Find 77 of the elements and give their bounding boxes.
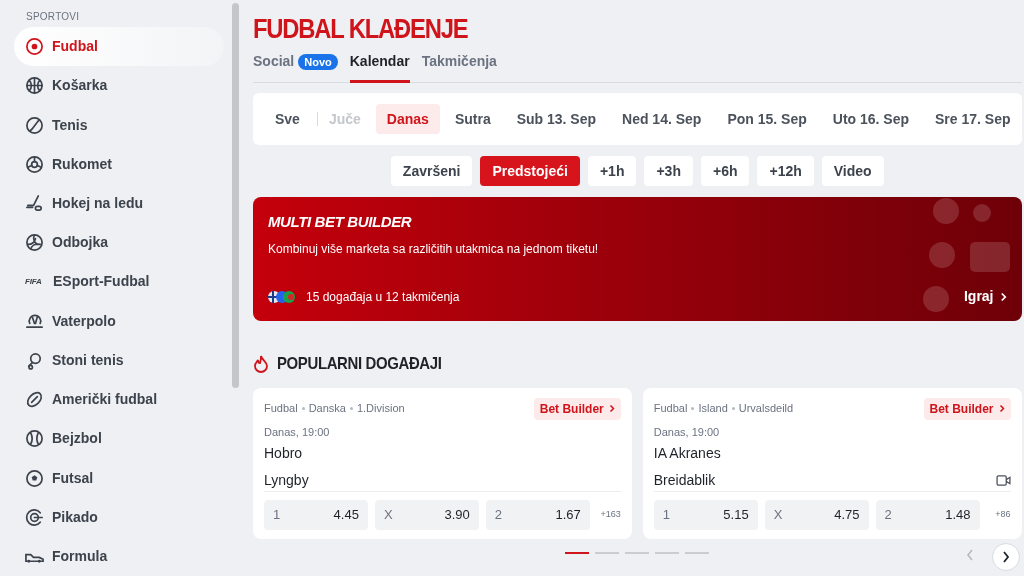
section-title: POPULARNI DOGAĐAJI: [277, 353, 442, 375]
odds-button[interactable]: 2 1.67: [485, 500, 590, 530]
team-name: Lyngby: [264, 471, 309, 490]
chevron-right-icon: [608, 404, 615, 413]
banner-text: Kombinuj više marketa sa različitih utakmica na jednom tiketu!: [268, 240, 600, 258]
basketball-icon: [25, 76, 44, 96]
play-link[interactable]: Igraj: [963, 286, 1007, 307]
events-count: 15 događaja u 12 takmičenja: [306, 288, 460, 306]
odds-button[interactable]: X 3.90: [374, 500, 479, 530]
ball-icon: [25, 37, 44, 57]
sidebar-item[interactable]: FIFA ESport-Fudbal: [14, 262, 224, 302]
sidebar-item[interactable]: Pikado: [14, 497, 224, 537]
table-tennis-icon: [25, 350, 44, 370]
filter-button[interactable]: +3h: [644, 156, 693, 186]
date-tab[interactable]: Sve: [264, 104, 311, 134]
bet-builder-link[interactable]: Bet Builder: [923, 397, 1011, 420]
logo-icon: FIFA: [25, 275, 45, 288]
tab[interactable]: Kalendar: [349, 53, 410, 83]
sidebar-item[interactable]: Bejzbol: [14, 419, 224, 459]
odds-button[interactable]: 2 1.48: [875, 500, 980, 530]
team-name: IA Akranes: [653, 444, 722, 463]
american-football-icon: [25, 390, 44, 410]
sidebar-item[interactable]: Futsal: [14, 458, 224, 498]
sidebar-item[interactable]: Košarka: [14, 66, 224, 106]
page-indicator[interactable]: [565, 551, 590, 554]
hockey-stick-icon: [25, 194, 44, 213]
bet-builder-link[interactable]: Bet Builder: [533, 397, 621, 420]
volleyball-icon: [25, 233, 44, 253]
scrollbar-thumb[interactable]: [232, 3, 239, 388]
more-markets[interactable]: +163: [596, 508, 621, 522]
banner-title: MULTI BET BUILDER: [268, 212, 413, 232]
date-tab[interactable]: Pon 15. Sep: [716, 104, 818, 134]
odds-button[interactable]: X 4.75: [764, 500, 869, 530]
chevron-right-icon: [1001, 550, 1010, 563]
sidebar-item[interactable]: Američki fudbal: [14, 379, 224, 420]
sidebar-item[interactable]: Hokej na ledu: [14, 183, 224, 224]
date-tab[interactable]: Danas: [375, 104, 440, 134]
sidebar-item[interactable]: Rukomet: [14, 144, 224, 184]
sidebar-item[interactable]: Formula: [14, 536, 224, 576]
flame-icon: [253, 354, 269, 373]
flags-icon: [268, 289, 296, 304]
sidebar-item[interactable]: Fudbal: [14, 27, 224, 67]
dartboard-icon: [25, 507, 44, 527]
date-tab[interactable]: Sub 13. Sep: [505, 104, 608, 134]
filter-button[interactable]: Završeni: [390, 156, 473, 186]
match-time: Danas, 19:00: [653, 424, 721, 440]
filter-button[interactable]: Video: [821, 156, 884, 186]
chevron-right-icon: [998, 404, 1005, 413]
filter-button[interactable]: +6h: [700, 156, 750, 186]
date-tab[interactable]: Uto 16. Sep: [821, 104, 920, 134]
filter-button[interactable]: +12h: [757, 156, 814, 186]
sidebar-heading: SPORTOVI: [25, 10, 81, 24]
date-tab[interactable]: Ned 14. Sep: [611, 104, 713, 134]
sidebar-item[interactable]: Stoni tenis: [14, 340, 224, 380]
breadcrumb: Fudbal Island Urvalsdeild: [653, 401, 794, 417]
sidebar-item[interactable]: Tenis: [14, 105, 224, 145]
match-time: Danas, 19:00: [264, 424, 331, 440]
team-name: Hobro: [264, 444, 304, 463]
new-badge: Novo: [298, 53, 338, 70]
date-tab[interactable]: Sutra: [443, 104, 502, 134]
baseball-icon: [25, 429, 44, 449]
more-markets[interactable]: +86: [986, 508, 1011, 522]
breadcrumb: Fudbal Danska 1.Division: [264, 401, 405, 417]
filter-button[interactable]: +1h: [587, 156, 637, 186]
next-button[interactable]: [991, 542, 1020, 571]
date-tab[interactable]: Sre 17. Sep: [924, 104, 1022, 134]
tab[interactable]: Social Novo: [253, 53, 338, 83]
odds-button[interactable]: 1 5.15: [653, 500, 758, 530]
sidebar-item[interactable]: Vaterpolo: [14, 301, 224, 341]
sidebar-item[interactable]: Odbojka: [14, 223, 224, 263]
page-title: FUDBAL KLAĐENJE: [253, 12, 466, 46]
tab[interactable]: Takmičenja: [421, 53, 497, 83]
chevron-right-icon: [999, 291, 1007, 302]
soccer-ball-icon: [25, 468, 44, 488]
filter-button[interactable]: Predstojeći: [480, 156, 580, 186]
odds-button[interactable]: 1 4.45: [264, 500, 368, 530]
team-name: Breidablik: [653, 471, 716, 490]
